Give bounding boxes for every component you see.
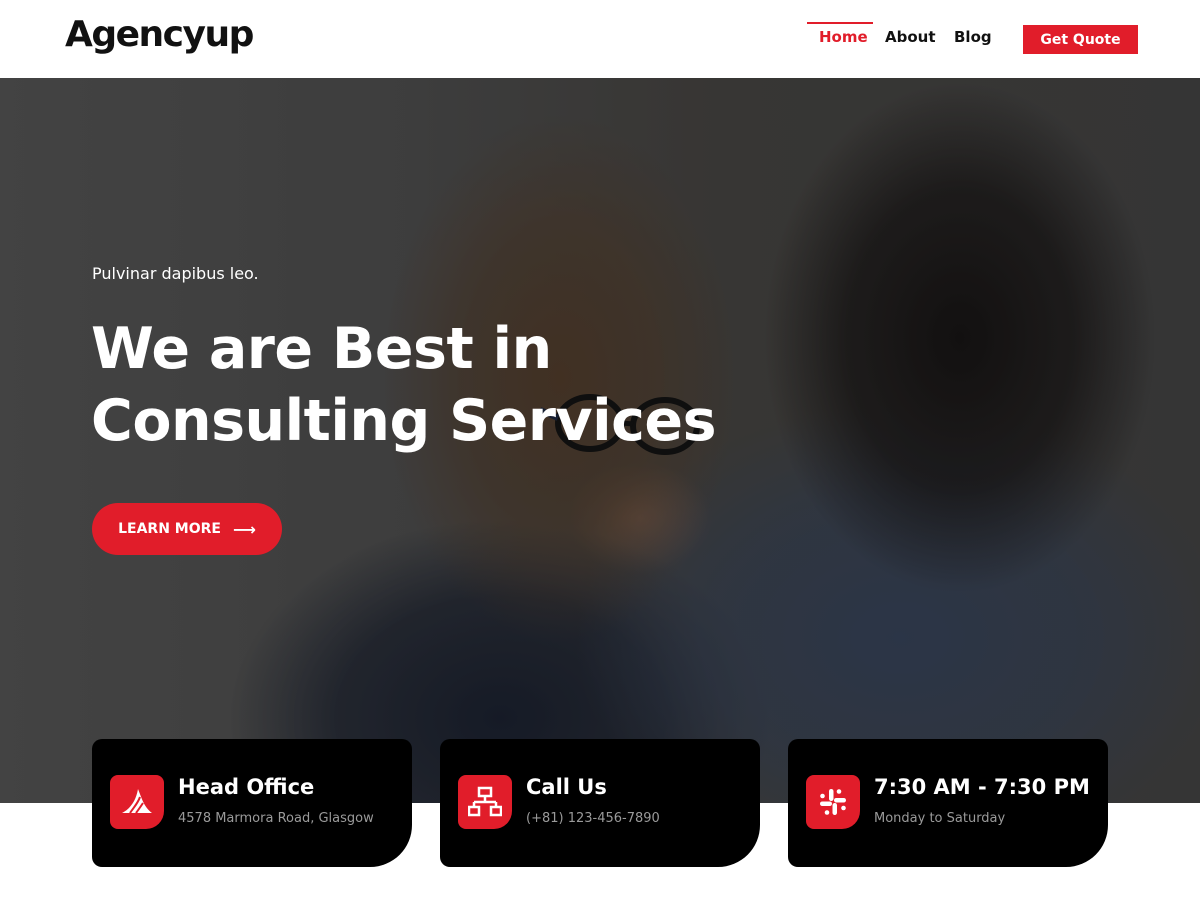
card-subtitle: (+81) 123-456-7890 bbox=[526, 811, 660, 826]
info-card-hours: 7:30 AM - 7:30 PM Monday to Saturday bbox=[788, 739, 1108, 867]
card-subtitle: Monday to Saturday bbox=[874, 811, 1006, 826]
info-card-call-us: Call Us (+81) 123-456-7890 bbox=[440, 739, 760, 867]
site-logo[interactable]: Agencyup bbox=[65, 14, 254, 55]
card-subtitle: 4578 Marmora Road, Glasgow bbox=[178, 811, 374, 826]
hero-banner: Pulvinar dapibus leo. We are Best in Con… bbox=[0, 78, 1200, 803]
learn-more-label: LEARN MORE bbox=[118, 521, 221, 537]
learn-more-button[interactable]: LEARN MORE ⟶ bbox=[92, 503, 282, 555]
card-title: Call Us bbox=[526, 775, 607, 799]
card-title: 7:30 AM - 7:30 PM bbox=[874, 775, 1090, 799]
get-quote-button[interactable]: Get Quote bbox=[1023, 25, 1138, 54]
card-title: Head Office bbox=[178, 775, 315, 799]
info-card-head-office: Head Office 4578 Marmora Road, Glasgow bbox=[92, 739, 412, 867]
hero-tagline: Pulvinar dapibus leo. bbox=[92, 264, 259, 283]
shark-fin-icon bbox=[110, 775, 164, 829]
nav-item-home[interactable]: Home bbox=[819, 28, 868, 46]
slack-icon bbox=[806, 775, 860, 829]
nav-item-about[interactable]: About bbox=[885, 28, 936, 46]
nav-item-blog[interactable]: Blog bbox=[954, 28, 992, 46]
network-icon bbox=[458, 775, 512, 829]
hero-title: We are Best in Consulting Services bbox=[91, 316, 717, 454]
arrow-right-icon: ⟶ bbox=[232, 519, 256, 539]
active-nav-underline bbox=[807, 22, 873, 24]
site-header: Agencyup Home About Blog Get Quote bbox=[0, 0, 1200, 78]
